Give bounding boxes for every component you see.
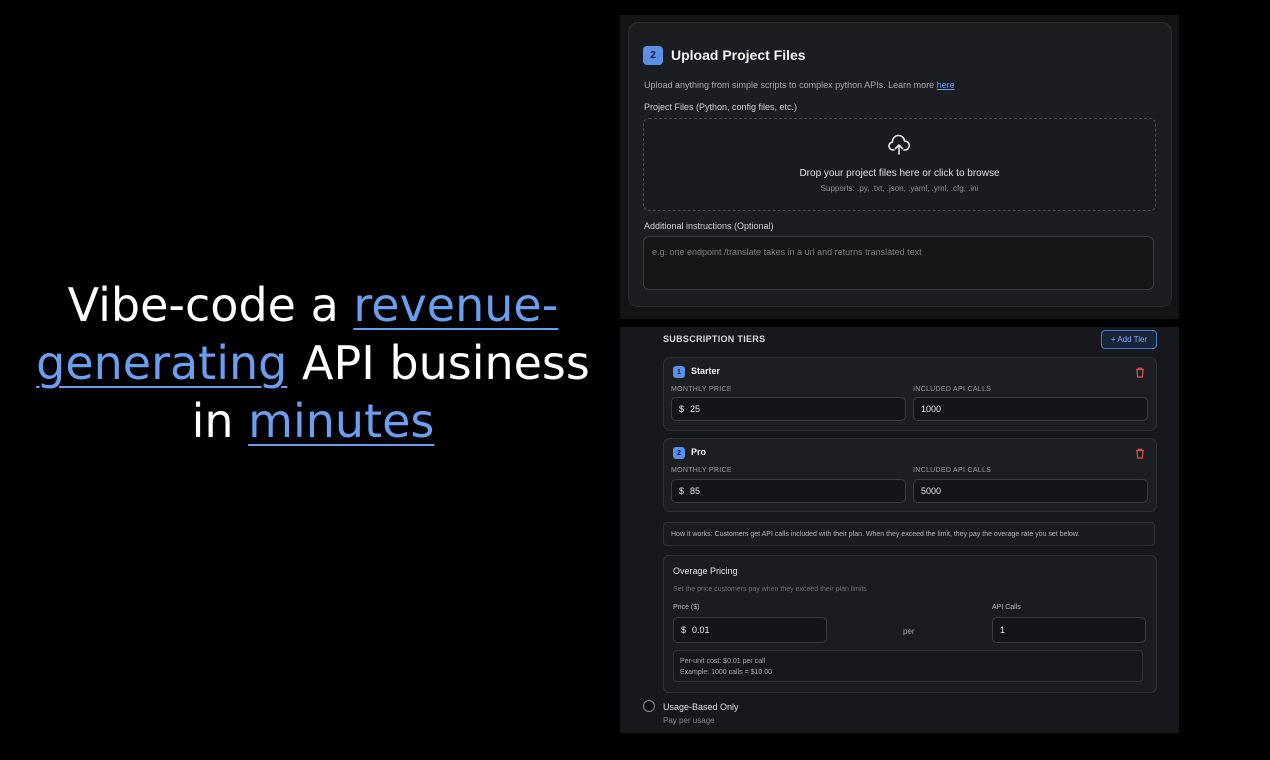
included-calls-input[interactable]: 1000 [913, 397, 1148, 421]
trash-icon[interactable] [1135, 367, 1145, 378]
upload-description: Upload anything from simple scripts to c… [644, 80, 955, 90]
usage-based-label[interactable]: Usage-Based Only [663, 702, 739, 712]
instructions-input[interactable]: e.g. one endpoint /translate takes in a … [643, 236, 1154, 290]
tier-number: 2 [673, 447, 685, 459]
supported-formats: Supports: .py, .txt, .json, .yaml, .yml,… [820, 184, 979, 193]
tier-card-starter: 1 Starter MONTHLY PRICE INCLUDED API CAL… [663, 357, 1157, 431]
dropzone-text: Drop your project files here or click to… [799, 168, 1000, 179]
cloud-upload-icon [888, 134, 911, 155]
upload-description-text: Upload anything from simple scripts to c… [644, 80, 937, 90]
trash-icon[interactable] [1135, 448, 1145, 459]
monthly-price-input[interactable]: $85 [671, 479, 906, 503]
monthly-price-label: MONTHLY PRICE [671, 386, 732, 393]
learn-more-link[interactable]: here [937, 80, 955, 90]
tier-name: Starter [691, 366, 721, 376]
project-files-label: Project Files (Python, config files, etc… [644, 102, 798, 112]
step-badge: 2 [643, 46, 663, 65]
overage-calls-input[interactable]: 1 [992, 617, 1146, 643]
tier-card-pro: 2 Pro MONTHLY PRICE INCLUDED API CALLS $… [663, 438, 1157, 512]
overage-title: Overage Pricing [673, 566, 738, 576]
overage-calculation: Per-unit cost: $0.01 per call Example: 1… [673, 650, 1143, 682]
section-title: SUBSCRIPTION TIERS [663, 334, 766, 344]
upload-title: Upload Project Files [671, 47, 806, 63]
usage-based-radio[interactable] [643, 700, 655, 712]
included-calls-label: INCLUDED API CALLS [913, 386, 992, 393]
monthly-price-label: MONTHLY PRICE [671, 467, 732, 474]
cost-example: Example: 1000 calls = $10.00 [680, 669, 773, 676]
tiers-screenshot-frame: SUBSCRIPTION TIERS + Add Tier 1 Starter … [620, 327, 1179, 733]
tier-number: 1 [673, 366, 685, 378]
currency-symbol: $ [681, 625, 687, 635]
headline-highlight-minutes: minutes [248, 394, 435, 448]
upload-card: 2 Upload Project Files Upload anything f… [628, 22, 1172, 307]
included-calls-input[interactable]: 5000 [913, 479, 1148, 503]
included-calls-label: INCLUDED API CALLS [913, 467, 992, 474]
how-it-works-info: How it works: Customers get API calls in… [663, 522, 1155, 546]
instructions-label: Additional instructions (Optional) [644, 221, 774, 231]
headline-part-1: Vibe-code a [67, 278, 354, 332]
headline: Vibe-code a revenue-generating API busin… [20, 276, 606, 450]
included-calls-value: 1000 [921, 404, 942, 414]
per-unit-cost: Per-unit cost: $0.01 per call [680, 658, 766, 665]
included-calls-value: 5000 [921, 486, 942, 496]
usage-based-subtext: Pay per usage [663, 716, 715, 725]
monthly-price-value: 85 [690, 486, 701, 496]
overage-price-value: 0.01 [692, 625, 710, 635]
monthly-price-input[interactable]: $25 [671, 397, 906, 421]
tier-name: Pro [691, 447, 707, 457]
overage-subtitle: Set the price customers pay when they ex… [673, 586, 867, 593]
monthly-price-value: 25 [690, 404, 701, 414]
add-tier-button[interactable]: + Add Tier [1101, 330, 1157, 349]
overage-calls-value: 1 [1000, 625, 1006, 635]
overage-pricing-card: Overage Pricing Set the price customers … [663, 555, 1157, 693]
file-dropzone[interactable]: Drop your project files here or click to… [643, 118, 1156, 211]
per-label: per [903, 627, 915, 636]
currency-symbol: $ [679, 404, 685, 414]
overage-price-input[interactable]: $0.01 [673, 617, 827, 643]
upload-screenshot-frame: 2 Upload Project Files Upload anything f… [620, 15, 1179, 319]
currency-symbol: $ [679, 486, 685, 496]
overage-price-label: Price ($) [673, 604, 700, 611]
overage-calls-label: API Calls [992, 604, 1021, 611]
